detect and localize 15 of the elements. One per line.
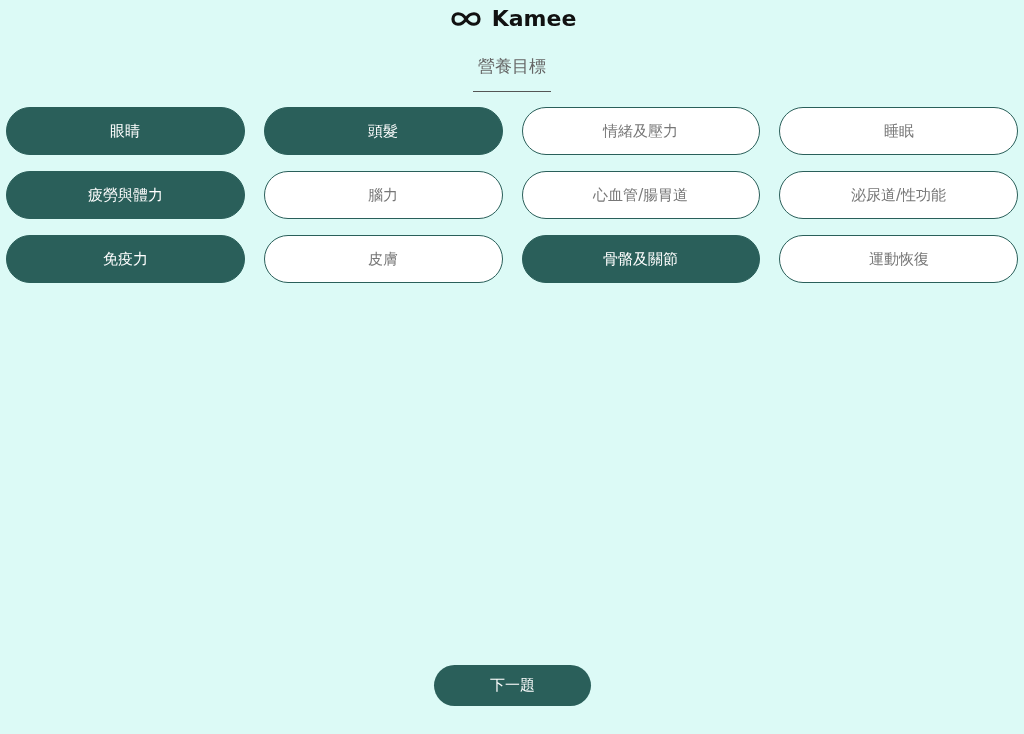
option-button[interactable]: 免疫力 (6, 235, 245, 283)
option-button[interactable]: 骨骼及關節 (521, 235, 761, 283)
option-button[interactable]: 情緒及壓力 (521, 107, 761, 155)
next-button[interactable]: 下一題 (433, 665, 591, 706)
option-button[interactable]: 泌尿道/性功能 (779, 171, 1018, 219)
option-button[interactable]: 運動恢復 (779, 235, 1018, 283)
option-button[interactable]: 眼睛 (6, 107, 245, 155)
option-button[interactable]: 腦力 (263, 171, 503, 219)
option-button[interactable]: 心血管/腸胃道 (521, 171, 761, 219)
option-button[interactable]: 頭髮 (263, 107, 503, 155)
option-button[interactable]: 疲勞與體力 (6, 171, 245, 219)
option-button[interactable]: 睡眠 (779, 107, 1018, 155)
page-title: 營養目標 (478, 58, 546, 75)
option-button[interactable]: 皮膚 (263, 235, 503, 283)
brand-name: Kamee (491, 8, 577, 30)
